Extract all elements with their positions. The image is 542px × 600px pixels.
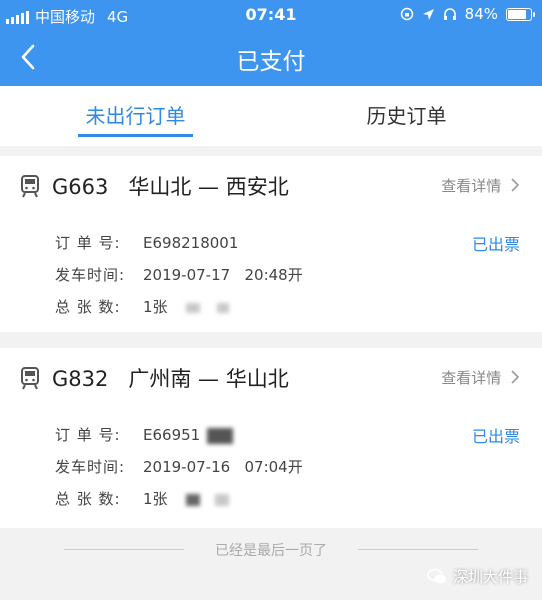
- watermark-text: 深圳大件事: [452, 568, 528, 586]
- order-card-header: G832 广州南 — 华山北 查看详情: [0, 348, 542, 408]
- train-icon: [21, 175, 39, 198]
- order-number-label: 订 单 号:: [55, 426, 121, 444]
- redacted-block: [215, 493, 230, 506]
- departure-row: 发车时间: 2019-07-17 20:48开: [55, 264, 303, 285]
- status-badge: 已出票: [471, 235, 520, 254]
- redacted-block: [206, 427, 233, 444]
- lock-rotation-icon: [400, 7, 413, 21]
- departure-label: 发车时间:: [55, 458, 126, 476]
- order-number-value: E66951: [143, 426, 201, 444]
- headphones-icon: [443, 8, 456, 20]
- nav-bar: 已支付: [0, 30, 542, 86]
- ticket-count-label: 总 张 数:: [55, 490, 121, 508]
- train-icon: [21, 367, 39, 390]
- battery-icon: [506, 7, 535, 21]
- status-bar: 中国移动 4G 07:41 84%: [0, 0, 542, 30]
- chevron-right-icon: [511, 178, 520, 192]
- view-details-link[interactable]: 查看详情: [441, 175, 520, 196]
- tab-history-orders[interactable]: 历史订单: [271, 86, 542, 146]
- redacted-block: [217, 302, 230, 313]
- view-details-link[interactable]: 查看详情: [441, 367, 520, 388]
- tab-upcoming-orders[interactable]: 未出行订单: [0, 86, 271, 146]
- view-details-label: 查看详情: [441, 177, 506, 195]
- order-number-value: E698218001: [143, 234, 239, 252]
- ticket-count-label: 总 张 数:: [55, 298, 121, 316]
- end-of-list-text: 已经是最后一页了: [215, 543, 327, 559]
- order-card-header: G663 华山北 — 西安北 查看详情: [0, 156, 542, 216]
- chevron-right-icon: [511, 370, 520, 384]
- order-card[interactable]: G663 华山北 — 西安北 查看详情 订 单 号: E698218001 已出票…: [0, 156, 542, 332]
- ticket-count-row: 总 张 数: 1张: [55, 488, 230, 509]
- ticket-count-value: 1张: [143, 490, 168, 508]
- order-card[interactable]: G832 广州南 — 华山北 查看详情 订 单 号: E66951 已出票 发车时…: [0, 348, 542, 528]
- battery-percent: 84%: [464, 5, 498, 23]
- route-text: G832 广州南 — 华山北: [52, 367, 289, 391]
- status-badge: 已出票: [471, 427, 520, 446]
- order-number-label: 订 单 号:: [55, 234, 121, 252]
- watermark: 深圳大件事: [427, 566, 528, 587]
- ticket-count-row: 总 张 数: 1张: [55, 296, 230, 317]
- end-of-list: 已经是最后一页了: [0, 532, 542, 568]
- redacted-block: [186, 302, 201, 313]
- tab-bar: 未出行订单 历史订单: [0, 86, 542, 146]
- order-number-row: 订 单 号: E698218001: [55, 232, 238, 253]
- divider: [358, 549, 478, 550]
- order-number-row: 订 单 号: E66951: [55, 424, 233, 445]
- redacted-block: [186, 493, 201, 506]
- wechat-icon: [427, 568, 446, 584]
- page-title: 已支付: [236, 49, 306, 75]
- departure-value: 2019-07-16 07:04开: [143, 458, 303, 476]
- departure-label: 发车时间:: [55, 266, 126, 284]
- ticket-count-value: 1张: [143, 298, 168, 316]
- departure-value: 2019-07-17 20:48开: [143, 266, 303, 284]
- location-icon: [422, 8, 434, 20]
- departure-row: 发车时间: 2019-07-16 07:04开: [55, 456, 303, 477]
- route-text: G663 华山北 — 西安北: [52, 175, 289, 199]
- view-details-label: 查看详情: [441, 369, 506, 387]
